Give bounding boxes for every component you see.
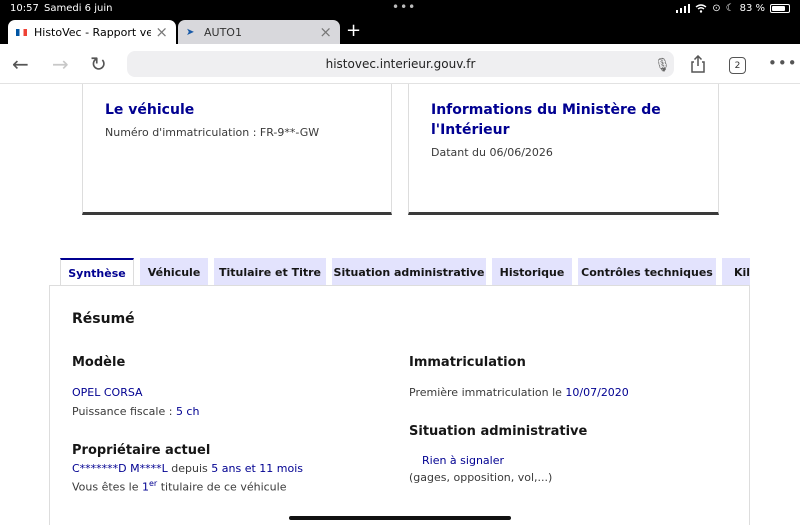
holder-rank: Vous êtes le 1er titulaire de ce véhicul…	[72, 479, 286, 494]
tab-controles-techniques[interactable]: Contrôles techniques	[578, 258, 716, 286]
battery-percent: 83 %	[739, 3, 765, 14]
admin-detail: (gages, opposition, vol,...)	[409, 471, 553, 484]
vehicle-card-title: Le véhicule	[105, 102, 195, 118]
model-heading: Modèle	[72, 355, 126, 370]
first-registration-date: 10/07/2020	[565, 386, 629, 399]
status-time: 10:57	[10, 3, 39, 14]
wifi-icon	[695, 4, 707, 13]
registration-heading: Immatriculation	[409, 355, 526, 370]
ministry-date: Datant du 06/06/2026	[431, 146, 553, 159]
status-bar: 10:57 Samedi 6 juin ••• ⊙ ☾ 83 %	[0, 0, 800, 18]
browser-toolbar: ← → ↻ histovec.interieur.gouv.fr 🎙 2 •••	[0, 44, 800, 84]
model-name: OPEL CORSA	[72, 386, 143, 399]
status-date: Samedi 6 juin	[44, 3, 113, 14]
report-tabs: Synthèse Véhicule Titulaire et Titre Sit…	[60, 258, 750, 286]
ministry-title-line1: Informations du Ministère de	[431, 102, 661, 118]
battery-icon	[770, 4, 790, 13]
browser-tab-label: HistoVec - Rapport vendeur	[34, 25, 152, 39]
tab-kilometrage[interactable]: Kilo	[722, 258, 750, 286]
close-tab-icon[interactable]: ×	[319, 23, 332, 41]
more-menu-icon[interactable]: •••	[768, 54, 798, 72]
browser-tab-auto1[interactable]: ➤ AUTO1 ×	[178, 20, 340, 44]
admin-status: Rien à signaler	[422, 454, 505, 467]
location-icon: ⊙	[712, 3, 721, 14]
first-registration-label: Première immatriculation le	[409, 386, 566, 399]
vehicle-card[interactable]: Le véhicule Numéro d'immatriculation : F…	[82, 84, 392, 215]
owner-heading: Propriétaire actuel	[72, 443, 211, 458]
browser-tab-histovec[interactable]: HistoVec - Rapport vendeur ×	[8, 20, 176, 44]
owner-line: C*******D M****L depuis 5 ans et 11 mois	[72, 462, 303, 475]
multitasking-dots-icon[interactable]: •••	[392, 0, 416, 14]
auto1-favicon-icon: ➤	[186, 26, 195, 38]
fiscal-power: Puissance fiscale : 5 ch	[72, 405, 199, 418]
home-indicator[interactable]	[289, 516, 511, 520]
owner-since-value: 5 ans et 11 mois	[211, 462, 304, 475]
tab-situation-administrative[interactable]: Situation administrative	[332, 258, 486, 286]
tab-titulaire[interactable]: Titulaire et Titre	[214, 258, 326, 286]
holder-suffix: titulaire de ce véhicule	[157, 480, 287, 494]
first-registration: Première immatriculation le 10/07/2020	[409, 386, 629, 399]
holder-prefix: Vous êtes le	[72, 480, 142, 494]
fiscal-power-label: Puissance fiscale :	[72, 405, 176, 418]
signal-icon	[676, 4, 691, 13]
reload-icon[interactable]: ↻	[90, 52, 107, 76]
owner-name: C*******D M****L	[72, 462, 168, 475]
french-flag-icon	[16, 28, 27, 36]
vehicle-registration: Numéro d'immatriculation : FR-9**-GW	[105, 126, 320, 139]
microphone-icon[interactable]: 🎙	[654, 58, 671, 73]
tab-historique[interactable]: Historique	[492, 258, 572, 286]
url-text: histovec.interieur.gouv.fr	[325, 57, 476, 71]
share-icon[interactable]	[689, 55, 707, 73]
admin-heading: Situation administrative	[409, 424, 588, 439]
forward-arrow-icon[interactable]: →	[52, 52, 69, 76]
owner-since-label: depuis	[167, 462, 212, 475]
ministry-card[interactable]: Informations du Ministère de l'Intérieur…	[408, 84, 719, 215]
back-arrow-icon[interactable]: ←	[12, 52, 29, 76]
url-bar[interactable]: histovec.interieur.gouv.fr	[127, 51, 674, 77]
holder-sup: er	[149, 479, 158, 488]
close-tab-icon[interactable]: ×	[155, 23, 168, 41]
ministry-card-title: Informations du Ministère de l'Intérieur	[431, 100, 661, 140]
browser-tab-bar: HistoVec - Rapport vendeur × ➤ AUTO1 ×	[0, 18, 800, 44]
battery-level	[772, 6, 786, 11]
summary-title: Résumé	[72, 311, 135, 327]
tab-vehicule[interactable]: Véhicule	[140, 258, 208, 286]
ministry-title-line2: l'Intérieur	[431, 122, 510, 138]
tab-count-button[interactable]: 2	[729, 57, 746, 74]
fiscal-power-value: 5 ch	[175, 405, 200, 418]
tab-synthese[interactable]: Synthèse	[60, 258, 134, 286]
status-indicators: ⊙ ☾ 83 %	[676, 3, 790, 14]
moon-icon: ☾	[725, 3, 735, 14]
new-tab-plus-icon[interactable]: +	[346, 20, 361, 41]
browser-tab-label: AUTO1	[204, 25, 242, 39]
holder-number: 1	[142, 480, 149, 494]
